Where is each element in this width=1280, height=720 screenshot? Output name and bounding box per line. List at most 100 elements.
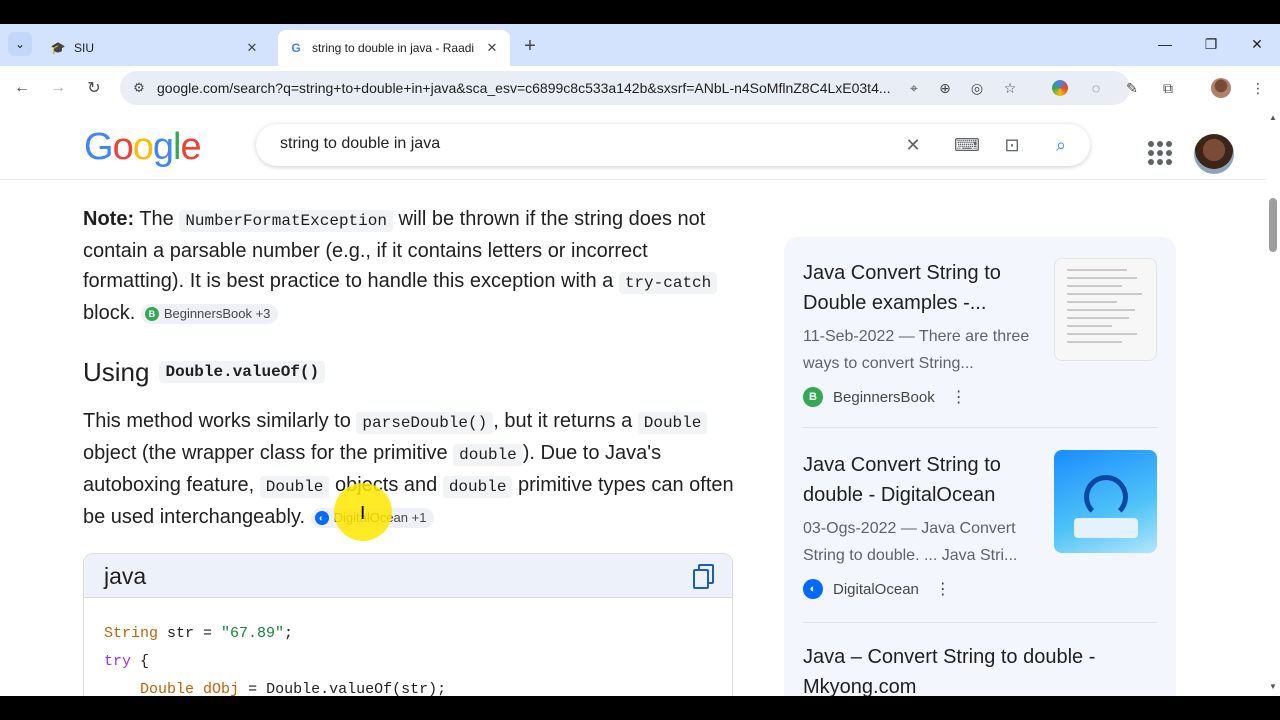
text: This method works similarly to	[83, 410, 357, 432]
chip-label: BeginnersBook +3	[163, 305, 271, 321]
bookmark-star-icon[interactable]: ☆	[1000, 78, 1020, 98]
tab-strip: ⌄ 🎓 SIU ✕ G string to double in java - R…	[0, 24, 1280, 66]
inline-code: try-catch	[618, 272, 718, 294]
logo-letter: o	[112, 126, 134, 168]
beginnersbook-icon: B	[144, 306, 159, 321]
close-tab-icon[interactable]: ✕	[244, 40, 260, 56]
code-content[interactable]: String str = "67.89"; try { Double dObj …	[84, 598, 732, 696]
search-icon[interactable]: ⌕	[1049, 133, 1073, 157]
browser-menu-icon[interactable]: ⋮	[1247, 77, 1269, 99]
source-card-title[interactable]: Java Convert String to Double examples -…	[803, 258, 1043, 318]
keyboard-icon[interactable]: ⌨	[954, 133, 980, 157]
code-token: Double	[140, 681, 195, 696]
code-block: java String str = "67.89"; try { Double …	[83, 553, 733, 696]
location-pin-icon[interactable]: ⌖	[904, 78, 924, 98]
card-divider	[803, 622, 1157, 623]
new-tab-plus-icon[interactable]: +	[518, 34, 542, 58]
scroll-thumb[interactable]	[1269, 198, 1277, 252]
inline-code: NumberFormatException	[179, 210, 393, 232]
valueof-paragraph: This method works similarly to parseDoub…	[83, 406, 743, 532]
tab-title: SIU	[74, 41, 95, 55]
scroll-up-arrow-icon[interactable]: ▲	[1269, 113, 1277, 122]
source-thumbnail	[1054, 450, 1157, 553]
color-extension-icon[interactable]	[1049, 77, 1071, 99]
source-thumbnail	[1054, 258, 1157, 361]
minimize-icon[interactable]: —	[1150, 32, 1180, 56]
more-options-icon[interactable]: ⋮	[935, 579, 951, 599]
code-token: "67.89"	[221, 625, 285, 642]
code-language-label: java	[104, 563, 147, 589]
page-scrollbar[interactable]: ▲ ▼	[1266, 110, 1280, 696]
address-bar[interactable]: ⚙ google.com/search?q=string+to+double+i…	[120, 71, 1130, 105]
back-arrow-icon[interactable]: ←	[8, 74, 36, 102]
search-input[interactable]: string to double in java	[280, 135, 440, 153]
code-token: try	[104, 653, 132, 670]
restore-icon[interactable]: ❐	[1196, 32, 1226, 56]
url-text[interactable]: google.com/search?q=string+to+double+in+…	[157, 80, 892, 96]
tab-title: string to double in java - Raadi	[312, 41, 475, 55]
note-paragraph: Note: The NumberFormatException will be …	[83, 204, 743, 328]
google-logo[interactable]: Google	[84, 126, 202, 169]
logo-letter: g	[152, 126, 174, 168]
search-box[interactable]: string to double in java ✕ ⌨ ⊡ ⌕	[256, 124, 1090, 166]
source-card-snippet: 11-Seb-2022 — There are three ways to co…	[803, 328, 1030, 372]
extensions-puzzle-icon[interactable]: ⧉	[1157, 77, 1179, 99]
text: object (the wrapper class for the primit…	[83, 442, 454, 464]
google-apps-icon[interactable]	[1148, 141, 1172, 165]
text-cursor-icon: I	[360, 503, 366, 524]
tab-search-chevron-down-icon[interactable]: ⌄	[8, 32, 32, 56]
source-card-mkyong[interactable]: Java – Convert String to double - Mkyong…	[803, 642, 1157, 696]
source-card-title[interactable]: Java – Convert String to double - Mkyong…	[803, 642, 1123, 696]
extension-circle-icon[interactable]: ◌	[1085, 77, 1107, 99]
code-token: = Double.valueOf(str);	[239, 681, 447, 696]
source-chip-beginnersbook[interactable]: B BeginnersBook +3	[140, 303, 279, 324]
profile-avatar[interactable]	[1210, 77, 1232, 99]
browser-toolbar: ← → ↻ ⚙ google.com/search?q=string+to+do…	[0, 66, 1280, 110]
eyedropper-icon[interactable]: ✎	[1121, 77, 1143, 99]
source-card-beginnersbook[interactable]: Java Convert String to Double examples -…	[803, 258, 1157, 409]
source-card-title[interactable]: Java Convert String to double - DigitalO…	[803, 450, 1043, 510]
more-options-icon[interactable]: ⋮	[951, 387, 967, 407]
logo-letter: G	[84, 126, 114, 168]
code-token: str =	[158, 625, 222, 642]
zoom-icon[interactable]: ⊕	[935, 78, 955, 98]
inline-code: Double	[637, 412, 708, 434]
text: , but it returns a	[493, 410, 638, 432]
account-avatar[interactable]	[1194, 134, 1234, 174]
scroll-down-arrow-icon[interactable]: ▼	[1269, 682, 1277, 691]
tab-siu[interactable]: 🎓 SIU ✕	[40, 30, 270, 66]
digitalocean-icon: ◐	[803, 579, 823, 599]
code-token: dObj	[203, 681, 240, 696]
heading-code: Double.valueOf()	[159, 361, 326, 383]
source-name: BeginnersBook	[833, 388, 935, 406]
logo-letter: e	[180, 126, 201, 168]
source-card-digitalocean[interactable]: Java Convert String to double - DigitalO…	[803, 450, 1157, 601]
inline-code: parseDouble()	[356, 412, 494, 434]
eye-off-icon[interactable]: ◎	[967, 78, 987, 98]
code-token: ;	[284, 625, 294, 642]
close-tab-icon[interactable]: ✕	[484, 40, 500, 56]
source-card-snippet: 03-Ogs-2022 — Java Convert String to dou…	[803, 520, 1018, 564]
lens-camera-icon[interactable]: ⊡	[1000, 133, 1024, 157]
inline-code: Double	[259, 476, 330, 498]
card-divider	[803, 427, 1157, 428]
close-window-icon[interactable]: ✕	[1242, 32, 1272, 56]
graduation-cap-icon: 🎓	[50, 41, 66, 55]
reload-icon[interactable]: ↻	[80, 74, 108, 102]
google-g-icon: G	[291, 41, 301, 55]
tab-google-search[interactable]: G string to double in java - Raadi ✕	[278, 30, 510, 66]
site-info-tune-icon[interactable]: ⚙	[130, 79, 148, 97]
letterbox-top	[0, 0, 1280, 24]
note-label: Note:	[83, 208, 135, 230]
letterbox-bottom	[0, 696, 1280, 720]
code-block-header: java	[84, 554, 732, 598]
source-name: DigitalOcean	[833, 580, 919, 598]
copy-code-icon[interactable]	[692, 564, 714, 589]
clear-search-icon[interactable]: ✕	[901, 133, 925, 157]
inline-code: double	[453, 444, 523, 466]
text: block.	[83, 302, 141, 324]
google-header: Google string to double in java ✕ ⌨ ⊡ ⌕	[0, 110, 1268, 180]
code-token: {	[131, 653, 150, 670]
sources-panel: Java Convert String to Double examples -…	[784, 237, 1176, 696]
forward-arrow-icon[interactable]: →	[44, 74, 72, 102]
